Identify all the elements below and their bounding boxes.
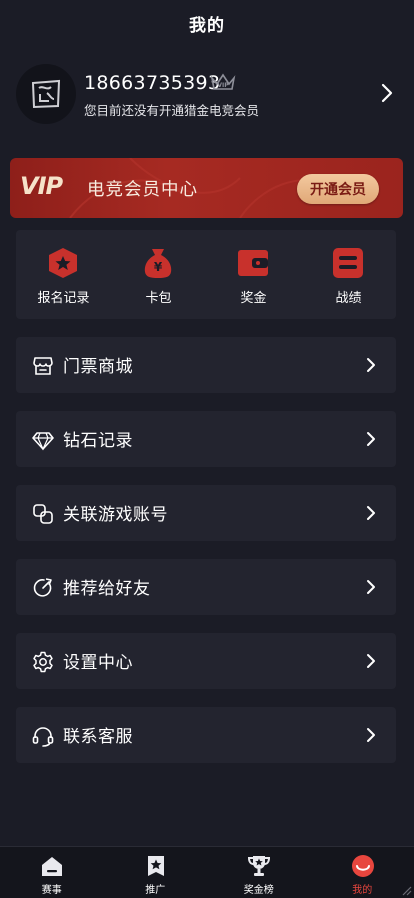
tab-label: 推广: [104, 881, 208, 896]
menu-item-label: 联系客服: [63, 722, 133, 747]
vip-crown-icon: VIP: [210, 72, 236, 92]
bottom-tab-bar: 赛事 推广 奖金榜 我的: [0, 846, 414, 898]
open-membership-button[interactable]: 开通会员: [297, 174, 379, 204]
quick-action-card-bag[interactable]: ¥ 卡包: [111, 230, 206, 319]
menu-item-label: 钻石记录: [63, 426, 133, 451]
resize-grip-icon[interactable]: [400, 884, 412, 896]
quick-action-label: 战绩: [301, 287, 396, 306]
gear-icon: [32, 651, 54, 673]
menu-item-label: 设置中心: [63, 648, 133, 673]
profile-card[interactable]: 18663735393 VIP 您目前还没有开通猎金电竞会员: [16, 62, 398, 126]
page-title: 我的: [189, 11, 225, 36]
promo-icon: [144, 854, 168, 878]
menu-item-diamond-record[interactable]: 钻石记录: [16, 411, 396, 467]
link-icon: [32, 503, 54, 525]
menu-item-link-game-account[interactable]: 关联游戏账号: [16, 485, 396, 541]
crown-label: VIP: [217, 82, 229, 89]
membership-status-text: 您目前还没有开通猎金电竞会员: [84, 100, 259, 119]
menu-item-settings[interactable]: 设置中心: [16, 633, 396, 689]
tab-label: 赛事: [0, 881, 104, 896]
card-bag-icon: ¥: [141, 246, 175, 280]
quick-action-record[interactable]: 战绩: [301, 230, 396, 319]
svg-text:¥: ¥: [154, 260, 163, 274]
chevron-right-icon: [366, 727, 376, 743]
tab-label: 我的: [311, 881, 414, 896]
chevron-right-icon[interactable]: [380, 82, 394, 104]
menu-item-label: 关联游戏账号: [63, 500, 168, 525]
quick-actions-panel: 报名记录 ¥ 卡包 奖金 战绩: [16, 230, 396, 319]
menu-item-label: 推荐给好友: [63, 574, 151, 599]
tab-label: 奖金榜: [207, 881, 311, 896]
record-icon: [331, 246, 365, 280]
share-icon: [32, 577, 54, 599]
quick-action-label: 报名记录: [16, 287, 111, 306]
diamond-icon: [32, 429, 54, 451]
profile-smile-icon: [351, 854, 375, 878]
wallet-icon: [236, 246, 270, 280]
top-bar: 我的: [0, 0, 414, 46]
menu-item-customer-service[interactable]: 联系客服: [16, 707, 396, 763]
chevron-right-icon: [366, 431, 376, 447]
chevron-right-icon: [366, 579, 376, 595]
chevron-right-icon: [366, 505, 376, 521]
quick-action-bonus[interactable]: 奖金: [206, 230, 301, 319]
chevron-right-icon: [366, 357, 376, 373]
tab-events[interactable]: 赛事: [0, 847, 104, 898]
phone-number: 18663735393: [84, 72, 220, 94]
vip-banner-title: 电竞会员中心: [87, 176, 198, 201]
menu-item-ticket-store[interactable]: 门票商城: [16, 337, 396, 393]
vip-logo: VIP: [20, 172, 62, 200]
headset-icon: [32, 725, 54, 747]
store-icon: [32, 355, 54, 377]
vip-banner[interactable]: VIP 电竞会员中心 开通会员: [10, 158, 403, 218]
quick-action-label: 卡包: [111, 287, 206, 306]
tab-mine[interactable]: 我的: [311, 847, 414, 898]
menu-item-recommend-friend[interactable]: 推荐给好友: [16, 559, 396, 615]
quick-action-label: 奖金: [206, 287, 301, 306]
chevron-right-icon: [366, 653, 376, 669]
trophy-icon: [247, 854, 271, 878]
home-icon: [40, 854, 64, 878]
tab-bonus-board[interactable]: 奖金榜: [207, 847, 311, 898]
tab-promotion[interactable]: 推广: [104, 847, 208, 898]
avatar-placeholder-icon: [29, 77, 63, 111]
avatar[interactable]: [16, 64, 76, 124]
registration-icon: [46, 246, 80, 280]
quick-action-registration[interactable]: 报名记录: [16, 230, 111, 319]
menu-item-label: 门票商城: [63, 352, 133, 377]
